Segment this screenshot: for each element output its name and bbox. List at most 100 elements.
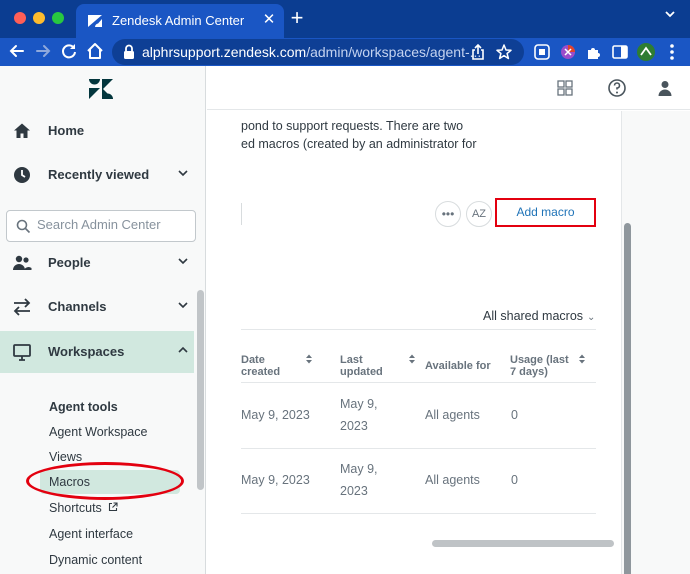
sort-icon[interactable] xyxy=(578,353,586,365)
description-line: pond to support requests. There are two xyxy=(241,119,464,133)
monitor-icon xyxy=(13,344,31,361)
profile-avatar-icon[interactable] xyxy=(636,42,656,62)
extensions-puzzle-icon[interactable] xyxy=(584,42,604,62)
share-icon[interactable] xyxy=(468,42,488,62)
header-line: updated xyxy=(340,366,383,378)
clock-icon xyxy=(14,167,30,183)
macros-description: pond to support requests. There are two … xyxy=(241,117,501,153)
zendesk-logo-icon[interactable] xyxy=(88,78,114,100)
close-window-button[interactable] xyxy=(14,12,26,24)
column-header-date-created[interactable]: Date created xyxy=(241,354,280,378)
top-bar xyxy=(207,66,690,110)
macros-panel: pond to support requests. There are two … xyxy=(207,111,622,574)
browser-menu-icon[interactable] xyxy=(662,42,682,62)
add-macro-button[interactable]: Add macro xyxy=(495,198,596,227)
sidebar-item-label: Workspaces xyxy=(48,344,125,359)
external-link-icon xyxy=(109,502,118,512)
maximize-window-button[interactable] xyxy=(52,12,64,24)
chevron-down-icon xyxy=(178,170,188,177)
user-profile-icon[interactable] xyxy=(655,78,675,98)
sidebar-subitem-shortcuts[interactable]: Shortcuts xyxy=(49,501,118,515)
sidebar-item-label: Home xyxy=(48,123,85,138)
sidebar-item-label: People xyxy=(48,255,91,270)
sidebar-search[interactable] xyxy=(6,210,196,242)
url-text[interactable]: alphrsupport.zendesk.com/admin/workspace… xyxy=(142,44,481,60)
back-arrow-icon[interactable] xyxy=(6,40,28,62)
sidebar-item-workspaces[interactable]: Workspaces xyxy=(0,331,194,373)
tab-close-icon[interactable]: ✕ xyxy=(260,10,278,28)
home-icon xyxy=(14,123,30,138)
table-header-border xyxy=(241,382,596,383)
column-header-available-for[interactable]: Available for xyxy=(425,360,491,372)
sort-icon[interactable] xyxy=(408,353,416,365)
zendesk-favicon-icon xyxy=(88,15,102,27)
table-row-border xyxy=(241,513,596,514)
help-icon[interactable] xyxy=(607,78,627,98)
header-line: Date xyxy=(241,354,265,366)
header-line: Last xyxy=(340,354,363,366)
sidebar-subitem-agent-interface[interactable]: Agent interface xyxy=(49,527,133,541)
channels-arrows-icon xyxy=(13,298,31,316)
cell-available-for: All agents xyxy=(425,408,480,422)
cell-last-updated: May 9, xyxy=(340,397,378,411)
cell-last-updated: May 9, xyxy=(340,462,378,476)
sidebar-item-channels[interactable]: Channels xyxy=(0,286,194,328)
sidebar-item-home[interactable]: Home xyxy=(0,110,194,152)
main-vertical-scrollbar[interactable] xyxy=(624,223,631,574)
reload-icon[interactable] xyxy=(58,40,80,62)
lock-icon[interactable] xyxy=(122,43,136,61)
sidebar: Home Recently viewed Search Admin Center… xyxy=(0,66,206,574)
description-line: ed macros (created by an administrator f… xyxy=(241,137,477,151)
header-line: Usage (last xyxy=(510,354,569,366)
sidebar-scrollbar[interactable] xyxy=(197,290,204,490)
new-tab-button[interactable]: + xyxy=(286,7,308,29)
macro-filter-dropdown[interactable]: All shared macros ⌄ xyxy=(483,309,595,323)
address-bar[interactable]: alphrsupport.zendesk.com/admin/workspace… xyxy=(112,39,524,65)
sidebar-toggle-icon[interactable] xyxy=(610,42,630,62)
bookmark-star-icon[interactable] xyxy=(494,42,514,62)
people-icon xyxy=(13,255,32,270)
tab-title: Zendesk Admin Center xyxy=(112,13,245,28)
sidebar-subitem-dynamic-content[interactable]: Dynamic content xyxy=(49,553,142,567)
sidebar-item-label: Channels xyxy=(48,299,107,314)
chevron-down-icon xyxy=(178,302,188,309)
sidebar-subitem-agent-workspace[interactable]: Agent Workspace xyxy=(49,425,147,439)
browser-nav-bar: alphrsupport.zendesk.com/admin/workspace… xyxy=(0,38,690,66)
sidebar-subitem-views[interactable]: Views xyxy=(49,450,82,464)
toolbar-divider xyxy=(241,203,242,225)
sort-az-button[interactable]: AZ xyxy=(466,201,492,227)
chevron-down-icon xyxy=(178,258,188,265)
browser-tab[interactable]: Zendesk Admin Center ✕ xyxy=(76,4,284,38)
home-icon[interactable] xyxy=(84,40,106,62)
cell-available-for: All agents xyxy=(425,473,480,487)
cell-last-updated: 2023 xyxy=(340,419,368,433)
table-top-border xyxy=(241,329,596,330)
cell-date-created: May 9, 2023 xyxy=(241,408,310,422)
minimize-window-button[interactable] xyxy=(33,12,45,24)
highlight-annotation-oval xyxy=(26,462,184,500)
url-host: alphrsupport.zendesk.com xyxy=(142,44,307,60)
product-tray-icon[interactable] xyxy=(555,78,575,98)
column-header-usage[interactable]: Usage (last 7 days) xyxy=(510,354,569,378)
sidebar-item-recently-viewed[interactable]: Recently viewed xyxy=(0,154,194,196)
search-icon xyxy=(16,219,31,234)
tab-list-chevron-icon[interactable] xyxy=(664,8,676,20)
header-line: Available for xyxy=(425,360,491,372)
sidebar-subitem-label: Shortcuts xyxy=(49,501,102,515)
extension-colorful-icon[interactable] xyxy=(558,42,578,62)
sidebar-item-people[interactable]: People xyxy=(0,242,194,284)
more-options-button[interactable]: ••• xyxy=(435,201,461,227)
header-line: 7 days) xyxy=(510,366,548,378)
cell-last-updated: 2023 xyxy=(340,484,368,498)
sort-icon[interactable] xyxy=(305,353,313,365)
agent-tools-heading: Agent tools xyxy=(49,400,118,414)
extension-box-icon[interactable] xyxy=(532,42,552,62)
header-line: created xyxy=(241,366,281,378)
column-header-last-updated[interactable]: Last updated xyxy=(340,354,383,378)
cell-date-created: May 9, 2023 xyxy=(241,473,310,487)
forward-arrow-icon[interactable] xyxy=(32,40,54,62)
search-input[interactable] xyxy=(37,217,187,232)
url-path: /admin/workspaces/agent-... xyxy=(306,44,482,60)
table-horizontal-scrollbar[interactable] xyxy=(432,540,614,547)
table-row-border xyxy=(241,448,596,449)
